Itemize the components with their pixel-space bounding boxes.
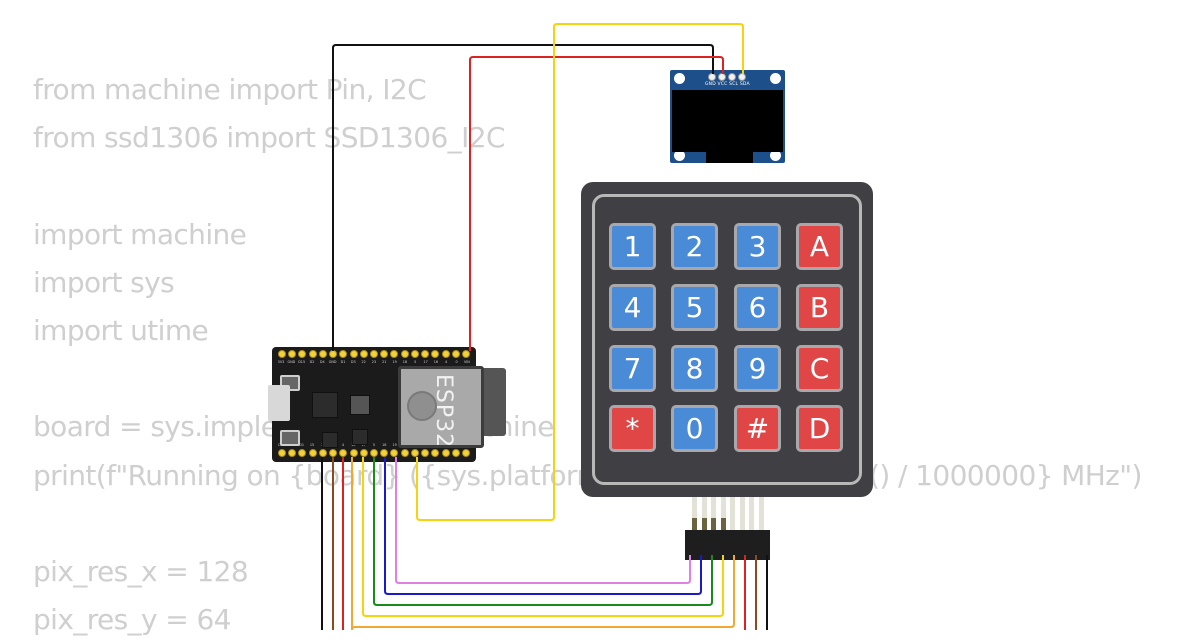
- wires: [321, 23, 768, 630]
- wire-gnd-oled[interactable]: [332, 44, 714, 351]
- wire-vcc-oled[interactable]: [469, 56, 724, 351]
- wire-keypad-2[interactable]: [384, 457, 702, 595]
- wire-sda-oled[interactable]: [416, 23, 744, 521]
